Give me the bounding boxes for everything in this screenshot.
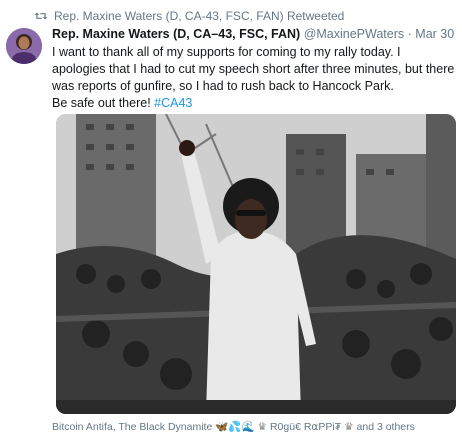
retweet-label[interactable]: Rep. Maxine Waters (D, CA-43, FSC, FAN) … [54, 9, 344, 23]
tweet-text-line2: Be safe out there! #CA43 [52, 95, 456, 112]
tweet-date[interactable]: Mar 30 [415, 27, 454, 41]
tweet-text-prefix: Be safe out there! [52, 96, 155, 110]
liked-by-row: Bitcoin Antifa, The Black Dynamite 🦋💦🌊 ♛… [52, 420, 456, 434]
tweet-text-line1: I want to thank all of my supports for c… [52, 45, 455, 93]
tweet-text: I want to thank all of my supports for c… [52, 44, 456, 112]
photo-image [56, 114, 456, 414]
liker-name-1[interactable]: Bitcoin Antifa, The Black Dynamite [52, 421, 212, 433]
retweet-icon [34, 12, 48, 20]
retweet-header: Rep. Maxine Waters (D, CA-43, FSC, FAN) … [34, 8, 344, 24]
butterfly-wave-emoji-icon: 🦋💦🌊 [215, 421, 255, 433]
avatar-photo [6, 28, 42, 64]
avatar[interactable] [6, 28, 42, 64]
author-name[interactable]: Rep. Maxine Waters (D, CA–43, FSC, FAN) [52, 27, 300, 41]
tweet-content: Rep. Maxine Waters (D, CA–43, FSC, FAN) … [52, 26, 456, 112]
author-handle[interactable]: @MaxinePWaters [304, 27, 404, 41]
liker-name-2[interactable]: R0gü€ R⍺PPi₮ [270, 421, 341, 433]
crown-icon: ♛ [257, 420, 267, 433]
likers-more[interactable]: and 3 others [357, 421, 415, 433]
separator: · [407, 27, 412, 41]
hashtag-link[interactable]: #CA43 [154, 96, 192, 110]
tweet-photo[interactable] [56, 114, 456, 414]
crown-icon-2: ♛ [344, 420, 354, 433]
tweet-header: Rep. Maxine Waters (D, CA–43, FSC, FAN) … [52, 26, 456, 42]
